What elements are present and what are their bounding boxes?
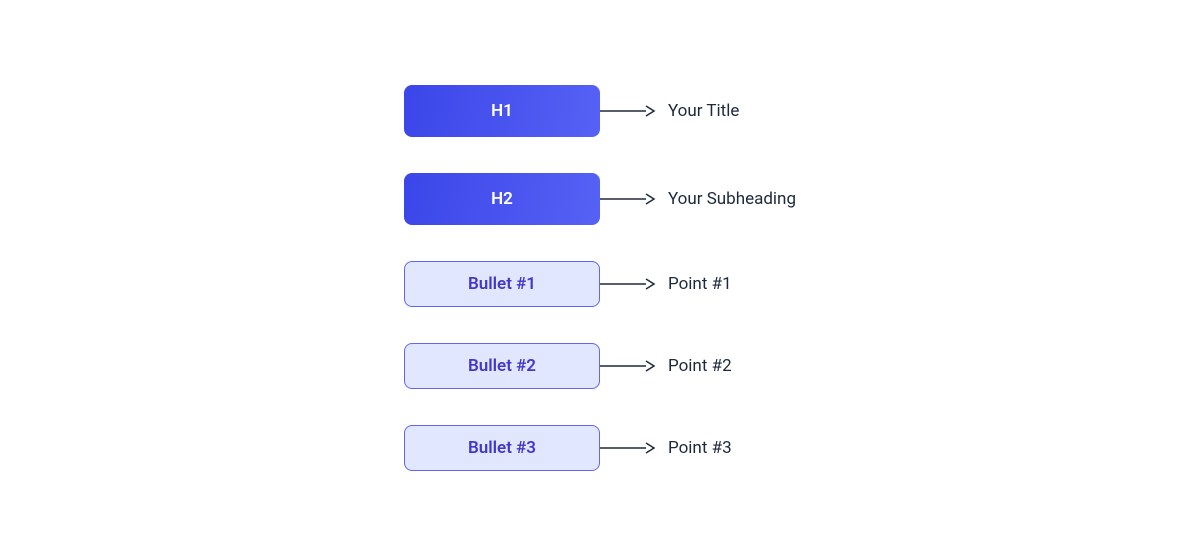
diagram-container: H1 Your Title H2 Your Subheading Bullet …	[404, 85, 796, 471]
description-label: Point #2	[668, 356, 732, 376]
description-label: Your Subheading	[668, 189, 796, 209]
description-label: Point #1	[668, 274, 732, 294]
bullet-box-3: Bullet #3	[404, 425, 600, 471]
diagram-row-h2: H2 Your Subheading	[404, 173, 796, 225]
box-label: Bullet #1	[468, 274, 536, 294]
arrow-icon	[600, 442, 656, 454]
description-label: Point #3	[668, 438, 732, 458]
box-label: H1	[491, 101, 513, 121]
arrow-icon	[600, 105, 656, 117]
diagram-row-bullet-1: Bullet #1 Point #1	[404, 261, 796, 307]
box-label: H2	[491, 189, 513, 209]
diagram-row-bullet-3: Bullet #3 Point #3	[404, 425, 796, 471]
bullet-box-2: Bullet #2	[404, 343, 600, 389]
box-label: Bullet #2	[468, 356, 536, 376]
heading-box-h2: H2	[404, 173, 600, 225]
arrow-icon	[600, 278, 656, 290]
diagram-row-bullet-2: Bullet #2 Point #2	[404, 343, 796, 389]
bullet-box-1: Bullet #1	[404, 261, 600, 307]
arrow-icon	[600, 360, 656, 372]
description-label: Your Title	[668, 101, 739, 121]
heading-box-h1: H1	[404, 85, 600, 137]
arrow-icon	[600, 193, 656, 205]
box-label: Bullet #3	[468, 438, 536, 458]
diagram-row-h1: H1 Your Title	[404, 85, 796, 137]
